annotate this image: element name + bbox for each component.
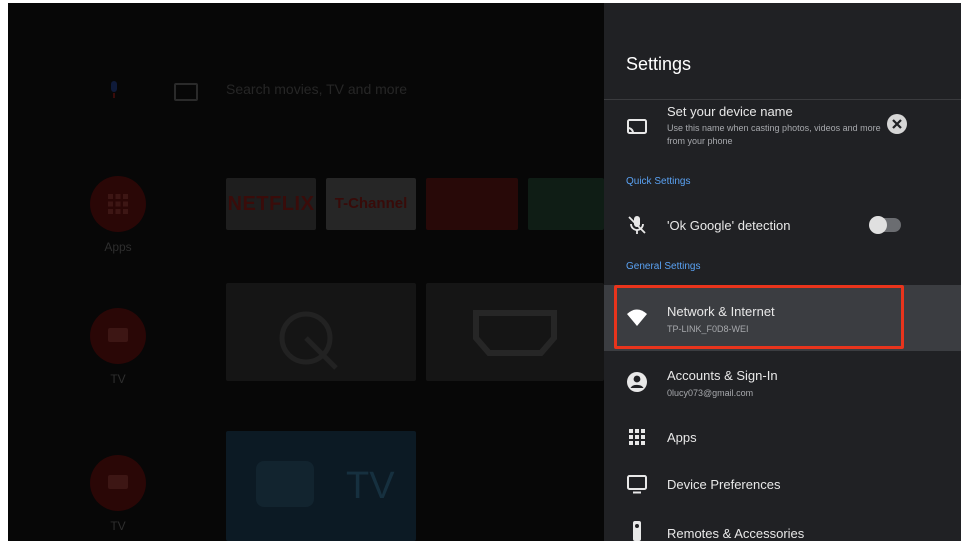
- device-preferences-row[interactable]: Device Preferences: [604, 463, 961, 505]
- remotes-accessories-row[interactable]: Remotes & Accessories: [604, 511, 961, 541]
- device-name-row[interactable]: Set your device name Use this name when …: [604, 101, 961, 163]
- sidebar-label-tv: TV: [110, 519, 126, 533]
- tv-tile-label: TV: [346, 465, 395, 507]
- ok-google-toggle[interactable]: [869, 216, 901, 234]
- sidebar-label-apps: Apps: [104, 240, 132, 254]
- shield-app-tile[interactable]: [528, 178, 604, 230]
- device-preferences-title: Device Preferences: [667, 477, 781, 492]
- monitor-icon: [627, 475, 647, 494]
- account-icon: [627, 372, 647, 392]
- keyboard-icon[interactable]: [174, 83, 198, 101]
- general-settings-header: General Settings: [626, 261, 701, 272]
- accounts-signin-subtitle: 0lucy073@gmail.com: [667, 388, 754, 398]
- channel-tile[interactable]: T-Channel: [326, 178, 416, 230]
- apps-grid-icon[interactable]: [90, 176, 146, 232]
- close-icon[interactable]: [887, 114, 907, 134]
- settings-panel: Settings Set your device name Use this n…: [604, 3, 961, 541]
- mic-off-icon: [628, 216, 646, 234]
- sidebar-label-tv: TV: [110, 372, 126, 386]
- tv-input-icon[interactable]: [90, 455, 146, 511]
- accounts-signin-row[interactable]: Accounts & Sign-In 0lucy073@gmail.com: [604, 355, 961, 409]
- apps-row[interactable]: Apps: [604, 417, 961, 457]
- home-screen: Search movies, TV and more Apps TV TV NE…: [8, 3, 604, 541]
- device-name-subtitle: Use this name when casting photos, video…: [667, 123, 881, 146]
- ok-google-label: 'Ok Google' detection: [667, 218, 791, 233]
- toggle-knob: [869, 216, 887, 234]
- remote-icon: [633, 521, 641, 541]
- search-placeholder[interactable]: Search movies, TV and more: [226, 81, 407, 97]
- remotes-accessories-title: Remotes & Accessories: [667, 526, 805, 541]
- apps-icon: [629, 429, 645, 445]
- mic-icon[interactable]: [108, 81, 120, 99]
- divider: [604, 99, 961, 100]
- ok-google-row[interactable]: 'Ok Google' detection: [604, 203, 961, 247]
- settings-title: Settings: [626, 54, 692, 74]
- apps-title: Apps: [667, 430, 697, 445]
- app-tile[interactable]: [426, 178, 518, 230]
- netflix-tile[interactable]: NETFLIX: [226, 178, 316, 230]
- accounts-signin-title: Accounts & Sign-In: [667, 368, 778, 383]
- hdmi-input-tile[interactable]: [426, 283, 604, 381]
- device-name-title: Set your device name: [667, 104, 793, 119]
- satellite-tile[interactable]: [226, 283, 416, 381]
- quick-settings-header: Quick Settings: [626, 176, 691, 187]
- tv-tile[interactable]: TV: [226, 431, 416, 541]
- highlight-box: [614, 285, 904, 349]
- tv-screen: Search movies, TV and more Apps TV TV NE…: [8, 3, 961, 541]
- cast-icon: [627, 119, 647, 134]
- tv-input-icon[interactable]: [90, 308, 146, 364]
- tv-icon: [256, 461, 314, 507]
